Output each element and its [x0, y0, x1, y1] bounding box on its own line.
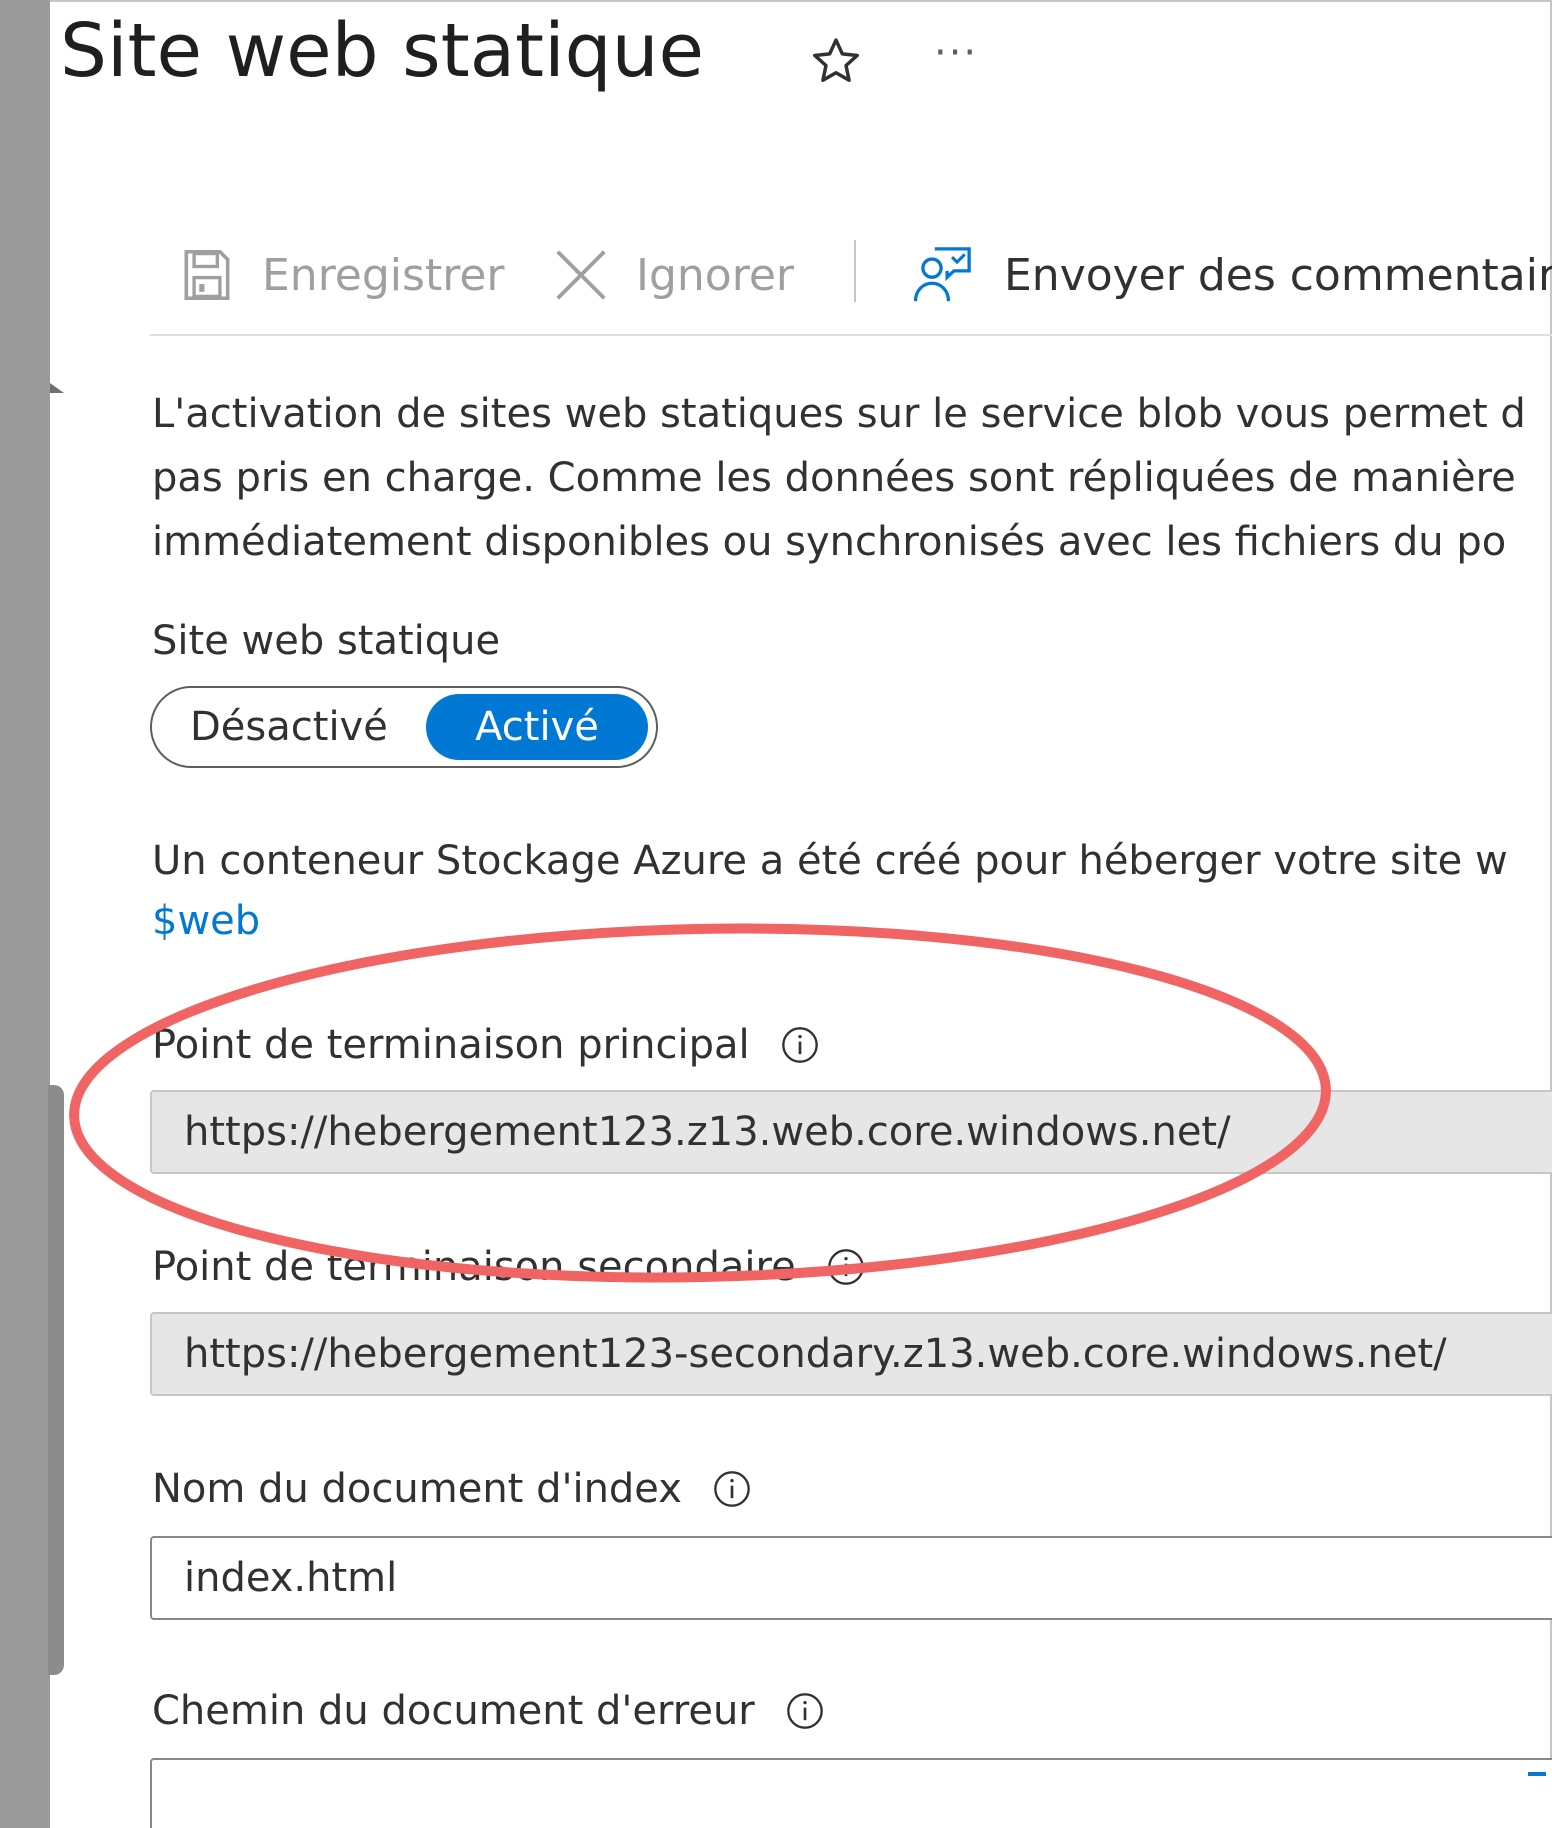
left-panel-scroll-handle[interactable]: [48, 1085, 64, 1675]
feedback-button[interactable]: Envoyer des commentaires: [910, 230, 1552, 320]
more-ellipsis-icon[interactable]: ···: [934, 30, 978, 76]
description-text: L'activation de sites web statiques sur …: [152, 382, 1552, 574]
feedback-person-icon: [910, 242, 976, 308]
info-icon[interactable]: [826, 1247, 866, 1287]
index-document-label-text: Nom du document d'index: [152, 1466, 682, 1512]
secondary-endpoint-label: Point de terminaison secondaire: [152, 1244, 866, 1290]
toggle-option-disabled[interactable]: Désactivé: [190, 688, 388, 766]
secondary-endpoint-label-text: Point de terminaison secondaire: [152, 1244, 796, 1290]
description-line: immédiatement disponibles ou synchronisé…: [152, 519, 1507, 565]
star-outline-icon[interactable]: [808, 24, 864, 94]
left-panel-strip: [0, 0, 50, 1828]
left-panel-notch: [50, 345, 66, 1085]
save-label: Enregistrer: [262, 249, 505, 301]
web-container-link[interactable]: $web: [152, 898, 260, 944]
static-site-label: Site web statique: [152, 618, 500, 664]
description-line: pas pris en charge. Comme les données so…: [152, 455, 1516, 501]
error-document-label-text: Chemin du document d'erreur: [152, 1688, 755, 1734]
description-line: L'activation de sites web statiques sur …: [152, 391, 1526, 437]
info-icon[interactable]: [780, 1025, 820, 1065]
command-bar: Enregistrer Ignorer Envoyer des commenta…: [150, 230, 1552, 336]
index-document-input[interactable]: index.html: [150, 1536, 1552, 1620]
container-note: Un conteneur Stockage Azure a été créé p…: [152, 838, 1508, 884]
info-icon[interactable]: [785, 1691, 825, 1731]
secondary-endpoint-field[interactable]: https://hebergement123-secondary.z13.web…: [150, 1312, 1552, 1396]
close-x-icon: [550, 244, 612, 306]
toolbar-separator: [854, 240, 856, 302]
save-floppy-icon: [176, 244, 238, 306]
page-title: Site web statique: [60, 8, 705, 94]
save-button[interactable]: Enregistrer: [176, 230, 505, 320]
page: Site web statique ··· Enregistrer Ignore…: [0, 0, 1552, 1828]
top-border: [50, 0, 1552, 2]
info-icon[interactable]: [712, 1469, 752, 1509]
error-document-label: Chemin du document d'erreur: [152, 1688, 825, 1734]
toggle-option-enabled[interactable]: Activé: [426, 694, 648, 760]
primary-endpoint-field[interactable]: https://hebergement123.z13.web.core.wind…: [150, 1090, 1552, 1174]
primary-endpoint-label: Point de terminaison principal: [152, 1022, 820, 1068]
discard-button[interactable]: Ignorer: [550, 230, 794, 320]
static-site-toggle[interactable]: Désactivé Activé: [150, 686, 658, 768]
text-cursor: [1528, 1772, 1546, 1776]
discard-label: Ignorer: [636, 249, 794, 301]
feedback-label: Envoyer des commentaires: [1004, 249, 1552, 301]
static-site-label-text: Site web statique: [152, 618, 501, 664]
primary-endpoint-label-text: Point de terminaison principal: [152, 1022, 750, 1068]
index-document-label: Nom du document d'index: [152, 1466, 752, 1512]
error-document-input[interactable]: [150, 1758, 1552, 1828]
